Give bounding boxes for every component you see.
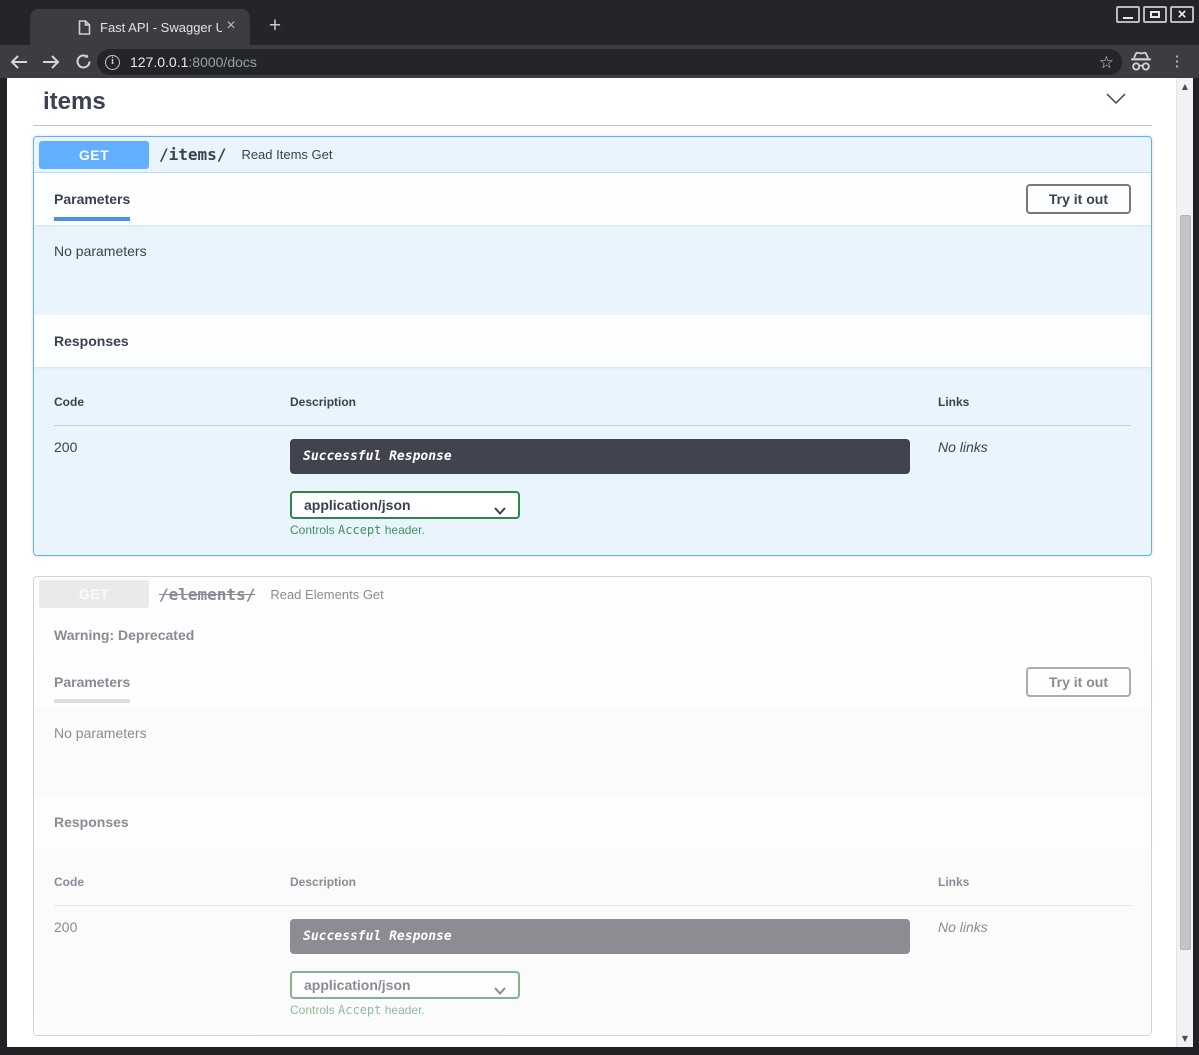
accept-note-code: Accept [338, 523, 381, 537]
accept-note: Controls Accept header. [290, 523, 938, 537]
method-badge: GET [39, 580, 149, 608]
response-description-cell: Successful Response application/json Con… [290, 439, 938, 537]
responses-table: Code Description Links 200 Successful Re… [54, 387, 1131, 537]
responses-body: Code Description Links 200 Successful Re… [34, 847, 1151, 1035]
new-tab-button[interactable]: + [262, 13, 288, 39]
maximize-button[interactable] [1143, 6, 1167, 23]
page-favicon-icon [78, 20, 91, 35]
col-header-links: Links [938, 875, 1131, 889]
responses-header: Responses [34, 315, 1151, 367]
browser-tab[interactable]: Fast API - Swagger UI × [30, 9, 250, 45]
tag-title: items [43, 88, 106, 115]
responses-body: Code Description Links 200 Successful Re… [34, 367, 1151, 555]
parameters-header: Parameters Try it out [34, 173, 1151, 225]
parameters-header: Parameters Try it out [34, 657, 1151, 707]
deprecated-warning: Warning: Deprecated [34, 611, 1151, 657]
select-chevron-icon [494, 502, 506, 518]
response-row: 200 Successful Response application/json… [54, 906, 1131, 1017]
scroll-down-icon[interactable]: ▼ [1177, 1034, 1193, 1043]
response-code: 200 [54, 439, 290, 537]
page-content: items GET /items/ Read Items Get Paramet… [7, 78, 1176, 1047]
select-chevron-icon [494, 982, 506, 998]
try-it-out-button[interactable]: Try it out [1026, 184, 1131, 214]
url-bar[interactable]: i 127.0.0.1:8000/docs ☆ [97, 49, 1122, 75]
responses-label: Responses [54, 333, 129, 349]
parameters-body: No parameters [34, 225, 1151, 315]
accept-note-post: header. [381, 1003, 424, 1017]
opblock-summary[interactable]: GET /items/ Read Items Get [34, 137, 1151, 173]
col-header-links: Links [938, 395, 1131, 409]
method-badge: GET [39, 141, 149, 169]
responses-label: Responses [54, 814, 129, 830]
responses-table-head: Code Description Links [54, 387, 1131, 426]
close-icon: × [1172, 8, 1192, 21]
opblock-summary[interactable]: GET /elements/ Read Elements Get [34, 577, 1151, 611]
minimize-button[interactable] [1116, 6, 1140, 23]
bookmark-star-icon[interactable]: ☆ [1099, 54, 1114, 71]
endpoint-summary: Read Items Get [241, 147, 332, 162]
endpoint-summary: Read Elements Get [270, 587, 383, 602]
response-links: No links [938, 919, 1131, 1017]
response-description: Successful Response [290, 919, 910, 954]
browser-window: Fast API - Swagger UI × + × i 127.0.0.1:… [0, 0, 1199, 1055]
close-button[interactable]: × [1170, 6, 1194, 23]
media-type-select[interactable]: application/json [290, 491, 520, 519]
media-type-value: application/json [304, 497, 411, 513]
tab-close-icon[interactable]: × [222, 18, 240, 36]
try-it-out-button[interactable]: Try it out [1026, 667, 1131, 697]
tab-title: Fast API - Swagger UI [100, 20, 222, 35]
response-row: 200 Successful Response application/json… [54, 426, 1131, 537]
url-host: 127.0.0.1 [130, 54, 188, 70]
forward-icon [42, 54, 60, 70]
endpoint-path: /elements/ [159, 585, 255, 604]
incognito-icon [1128, 49, 1154, 75]
col-header-description: Description [290, 395, 938, 409]
col-header-code: Code [54, 875, 290, 889]
responses-header: Responses [34, 797, 1151, 847]
opblock-get-elements-deprecated: GET /elements/ Read Elements Get Warning… [33, 576, 1152, 1036]
accept-note-post: header. [381, 523, 424, 537]
endpoint-path: /items/ [159, 145, 226, 164]
reload-icon [75, 53, 92, 70]
col-header-code: Code [54, 395, 290, 409]
maximize-icon [1150, 11, 1160, 18]
tab-parameters: Parameters [54, 657, 130, 707]
col-header-description: Description [290, 875, 938, 889]
media-type-value: application/json [304, 977, 411, 993]
collapse-chevron-icon[interactable] [1105, 92, 1127, 111]
no-parameters-text: No parameters [54, 725, 147, 741]
minimize-icon [1123, 17, 1133, 19]
window-controls: × [1116, 6, 1194, 23]
site-info-icon[interactable]: i [105, 55, 120, 70]
browser-titlebar: Fast API - Swagger UI × + × [0, 0, 1199, 45]
response-links: No links [938, 439, 1131, 537]
url-path: :8000/docs [188, 54, 257, 70]
browser-toolbar: i 127.0.0.1:8000/docs ☆ ⋮ [0, 45, 1199, 78]
responses-table-head: Code Description Links [54, 867, 1131, 906]
response-code: 200 [54, 919, 290, 1017]
tab-parameters: Parameters [54, 173, 130, 225]
incognito-indicator[interactable] [1128, 49, 1154, 75]
responses-table: Code Description Links 200 Successful Re… [54, 867, 1131, 1017]
parameters-body: No parameters [34, 707, 1151, 797]
page-scrollbar[interactable]: ▲ ▼ [1176, 78, 1193, 1047]
response-description-cell: Successful Response application/json Con… [290, 919, 938, 1017]
media-type-select[interactable]: application/json [290, 971, 520, 999]
accept-note-code: Accept [338, 1003, 381, 1017]
back-icon [10, 54, 28, 70]
browser-menu-button[interactable]: ⋮ [1168, 49, 1186, 75]
scrollbar-thumb[interactable] [1180, 215, 1191, 950]
forward-button[interactable] [38, 49, 64, 75]
accept-note: Controls Accept header. [290, 1003, 938, 1017]
accept-note-pre: Controls [290, 523, 338, 537]
accept-note-pre: Controls [290, 1003, 338, 1017]
reload-button[interactable] [70, 49, 96, 75]
back-button[interactable] [6, 49, 32, 75]
scroll-up-icon[interactable]: ▲ [1177, 82, 1193, 91]
opblock-get-items: GET /items/ Read Items Get Parameters Tr… [33, 136, 1152, 556]
response-description: Successful Response [290, 439, 910, 474]
no-parameters-text: No parameters [54, 243, 147, 259]
tag-section-header[interactable]: items [33, 78, 1152, 126]
